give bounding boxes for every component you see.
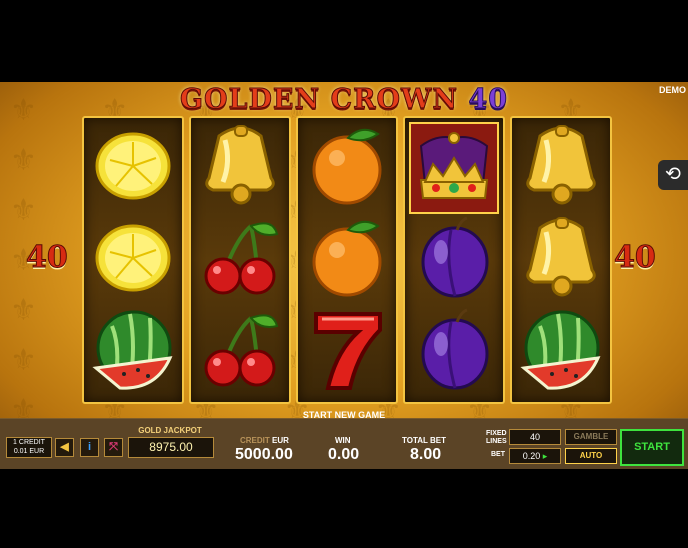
plum-icon xyxy=(411,306,497,394)
info-icon[interactable]: i xyxy=(80,438,99,457)
auto-button[interactable]: AUTO xyxy=(565,448,617,464)
bell-icon xyxy=(518,214,604,302)
reel-2 xyxy=(189,116,291,404)
game-title: GOLDEN CROWN 40 xyxy=(0,84,688,116)
credit-denom-line1: 1 CREDIT xyxy=(13,439,45,446)
seven-icon xyxy=(304,306,390,394)
replay-icon[interactable]: ⟲ xyxy=(658,160,688,190)
reel-1 xyxy=(82,116,184,404)
gamble-button[interactable]: GAMBLE xyxy=(565,429,617,445)
reel-3 xyxy=(296,116,398,404)
game-area: ⚜ ⚜ ⚜ ⚜ ⚜ ⚜ ⚜ ⚜ ⚜ ⚜ ⚜ ⚜ ⚜ ⚜ ⚜ ⚜ ⚜ ⚜ ⚜ ⚜ … xyxy=(0,82,688,468)
game-title-number: 40 xyxy=(468,84,509,116)
credit-label-text: CREDIT xyxy=(240,436,270,445)
cherries-icon xyxy=(197,306,283,394)
watermelon-icon xyxy=(90,306,176,394)
fixed-lines-value: 40 xyxy=(509,429,561,445)
credit-denom-line2: 0.01 EUR xyxy=(13,448,45,455)
bet-value: 0.20 xyxy=(522,451,541,461)
credit-label: CREDIT EUR xyxy=(240,436,289,445)
jackpot-value: 8975.00 xyxy=(128,437,214,458)
jackpot-label: GOLD JACKPOT xyxy=(138,426,202,435)
bell-icon xyxy=(197,122,283,210)
orange-icon xyxy=(304,122,390,210)
cherries-icon xyxy=(197,214,283,302)
lines-badge-left: 40 xyxy=(26,240,69,276)
win-label: WIN xyxy=(335,436,351,445)
bell-icon xyxy=(518,122,604,210)
orange-icon xyxy=(304,214,390,302)
total-bet-label: TOTAL BET xyxy=(402,436,446,445)
fullscreen-icon[interactable]: ⤧ xyxy=(104,438,123,457)
control-panel: 1 CREDIT 0.01 EUR ◀ i ⤧ GOLD JACKPOT 897… xyxy=(0,418,688,469)
total-bet-value: 8.00 xyxy=(410,446,442,463)
bet-increase-icon[interactable]: ▸ xyxy=(543,451,548,461)
watermelon-icon xyxy=(518,306,604,394)
credit-currency: EUR xyxy=(272,436,289,445)
bet-label: BET xyxy=(491,451,505,458)
win-value: 0.00 xyxy=(328,446,360,463)
credit-value: 5000.00 xyxy=(235,446,293,463)
fixed-lines-label-1: FIXED xyxy=(486,430,507,437)
credit-value-button[interactable]: 1 CREDIT 0.01 EUR xyxy=(6,437,52,458)
lemon-icon xyxy=(90,214,176,302)
crown-icon xyxy=(409,122,499,214)
sound-icon[interactable]: ◀ xyxy=(55,438,74,457)
game-title-main: GOLDEN CROWN xyxy=(179,84,459,116)
lemon-icon xyxy=(90,122,176,210)
start-button[interactable]: START xyxy=(620,429,684,466)
reel-4 xyxy=(403,116,505,404)
fixed-lines-label-2: LINES xyxy=(486,438,507,445)
reel-5 xyxy=(510,116,612,404)
reels xyxy=(82,116,612,404)
bet-selector[interactable]: 0.20 ▸ xyxy=(509,448,561,464)
fixed-lines-label: FIXED LINES xyxy=(486,430,507,446)
plum-icon xyxy=(411,214,497,302)
lines-badge-right: 40 xyxy=(614,240,657,276)
demo-label: DEMO xyxy=(659,85,686,95)
